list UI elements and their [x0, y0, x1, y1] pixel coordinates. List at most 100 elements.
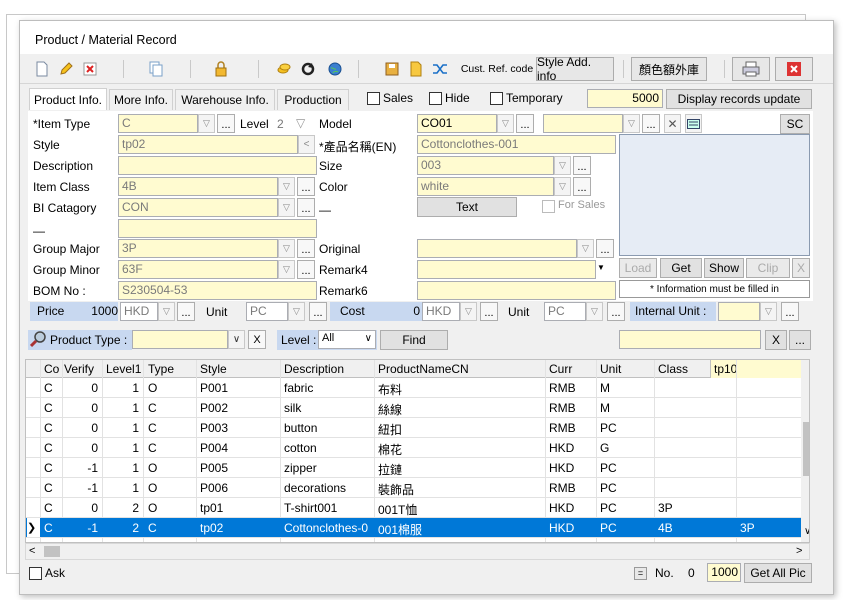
- internal-unit-lookup-button[interactable]: ...: [781, 302, 799, 321]
- cell-type[interactable]: C: [148, 521, 193, 535]
- col-header-unit[interactable]: Unit: [600, 362, 621, 376]
- refresh-icon[interactable]: [300, 59, 316, 79]
- cell-co[interactable]: C: [44, 461, 60, 475]
- cell-style[interactable]: tp01: [200, 501, 278, 515]
- bi-category-lookup-button[interactable]: ...: [297, 198, 315, 217]
- item-type-dropdown[interactable]: ▽: [198, 114, 215, 133]
- col-header-type[interactable]: Type: [148, 362, 174, 376]
- clear-model-button[interactable]: ✕: [664, 114, 681, 133]
- records-count-field[interactable]: 5000: [587, 89, 663, 108]
- item-type-field[interactable]: C: [118, 114, 198, 133]
- display-records-update-button[interactable]: Display records update: [666, 89, 812, 109]
- cell-unit[interactable]: PC: [600, 521, 652, 535]
- save-disk-icon[interactable]: [384, 59, 400, 79]
- cell-description[interactable]: cotton: [284, 441, 374, 455]
- tab-more-info[interactable]: More Info.: [109, 89, 173, 110]
- original-lookup-button[interactable]: ...: [596, 239, 614, 258]
- style-add-info-button[interactable]: Style Add. info: [536, 55, 614, 83]
- price-currency-dropdown[interactable]: ▽: [158, 302, 175, 321]
- col-header-style[interactable]: Style: [200, 362, 227, 376]
- bom-no-field[interactable]: S230504-53: [118, 281, 317, 300]
- group-major-lookup-button[interactable]: ...: [297, 239, 315, 258]
- cell-verify[interactable]: 0: [64, 441, 98, 455]
- table-row[interactable]: C 0 1 O P001 fabric 布料 RMB M: [26, 378, 809, 398]
- cell-style[interactable]: P006: [200, 481, 278, 495]
- cell-co[interactable]: C: [44, 401, 60, 415]
- cell-product-name-cn[interactable]: 001棉服: [378, 521, 543, 538]
- sc-button[interactable]: SC: [780, 114, 810, 134]
- cell-level1[interactable]: 2: [104, 521, 139, 535]
- item-class-dropdown[interactable]: ▽: [278, 177, 295, 196]
- equals-icon[interactable]: =: [634, 567, 647, 580]
- show-button[interactable]: Show: [704, 258, 744, 278]
- quick-filter-clear-button[interactable]: X: [765, 330, 787, 350]
- load-button[interactable]: Load: [619, 258, 657, 278]
- unit2-lookup-button[interactable]: ...: [607, 302, 625, 321]
- cell-verify[interactable]: -1: [64, 461, 98, 475]
- cell-type[interactable]: O: [148, 461, 193, 475]
- description-field[interactable]: [118, 156, 317, 175]
- group-minor-lookup-button[interactable]: ...: [297, 260, 315, 279]
- cell-unit[interactable]: PC: [600, 461, 652, 475]
- extra-library-button[interactable]: 顏色額外庫: [631, 57, 707, 81]
- name-en-field[interactable]: Cottonclothes-001: [417, 135, 616, 154]
- model-field[interactable]: CO01: [417, 114, 497, 133]
- scroll-right-icon[interactable]: >: [796, 545, 802, 557]
- item-class-field[interactable]: 4B: [118, 177, 278, 196]
- get-button[interactable]: Get: [660, 258, 702, 278]
- cell-curr[interactable]: RMB: [549, 381, 594, 395]
- cost-currency-lookup-button[interactable]: ...: [480, 302, 498, 321]
- level-filter-select[interactable]: All ∨: [318, 330, 376, 349]
- cell-curr[interactable]: RMB: [549, 401, 594, 415]
- original-field[interactable]: [417, 239, 577, 258]
- cell-type[interactable]: C: [148, 401, 193, 415]
- picture-box[interactable]: [619, 134, 810, 256]
- cell-level1[interactable]: 1: [104, 461, 139, 475]
- chevron-down-icon[interactable]: ▽: [296, 116, 305, 130]
- bi-category-field[interactable]: CON: [118, 198, 278, 217]
- cell-level1[interactable]: 1: [104, 401, 139, 415]
- remove-picture-button[interactable]: X: [792, 258, 810, 278]
- scroll-left-icon[interactable]: <: [29, 545, 35, 557]
- size-lookup-button[interactable]: ...: [573, 156, 591, 175]
- cell-tp10[interactable]: 3P: [740, 521, 798, 535]
- cell-description[interactable]: button: [284, 421, 374, 435]
- group-minor-field[interactable]: 63F: [118, 260, 278, 279]
- cell-type[interactable]: O: [148, 481, 193, 495]
- cell-level1[interactable]: 1: [104, 421, 139, 435]
- cell-product-name-cn[interactable]: 棉花: [378, 441, 543, 458]
- col-header-class[interactable]: Class: [658, 362, 688, 376]
- col-header-co[interactable]: Co: [44, 362, 59, 376]
- cell-description[interactable]: zipper: [284, 461, 374, 475]
- internal-unit-dropdown[interactable]: ▽: [760, 302, 777, 321]
- product-type-dropdown[interactable]: ∨: [228, 330, 245, 349]
- table-row[interactable]: C 0 2 Otp01 T-shirt001 001T恤 HKD PC 3P: [26, 498, 809, 518]
- new-document-icon[interactable]: [34, 59, 50, 79]
- cell-curr[interactable]: RMB: [549, 481, 594, 495]
- table-row[interactable]: C 0 1 C P003 button 紐扣 RMB PC: [26, 418, 809, 438]
- cell-product-name-cn[interactable]: 裝飾品: [378, 481, 543, 498]
- size-field[interactable]: 003: [417, 156, 554, 175]
- cell-co[interactable]: C: [44, 421, 60, 435]
- cell-description[interactable]: T-shirt001: [284, 501, 374, 515]
- cell-unit[interactable]: PC: [600, 481, 652, 495]
- close-window-button[interactable]: [775, 57, 813, 81]
- cell-type[interactable]: O: [148, 501, 193, 515]
- cell-curr[interactable]: RMB: [549, 421, 594, 435]
- cost-value[interactable]: 0: [390, 304, 420, 318]
- price-currency-field[interactable]: HKD: [120, 302, 158, 321]
- horizontal-scroll-thumb[interactable]: [44, 546, 60, 557]
- table-row[interactable]: C 0 1 C P002 silk 絲線 RMB M: [26, 398, 809, 418]
- cell-product-name-cn[interactable]: 紐扣: [378, 421, 543, 438]
- quick-filter-field[interactable]: [619, 330, 761, 349]
- cell-co[interactable]: C: [44, 381, 60, 395]
- tab-production[interactable]: Production: [277, 89, 349, 110]
- internal-unit-field[interactable]: [718, 302, 760, 321]
- globe-icon[interactable]: [327, 59, 343, 79]
- cell-verify[interactable]: 0: [64, 381, 98, 395]
- table-row[interactable]: C -1 1 O P006 decorations 裝飾品 RMB PC: [26, 478, 809, 498]
- model-lookup-button[interactable]: ...: [516, 114, 534, 133]
- item-type-lookup-button[interactable]: ...: [217, 114, 235, 133]
- tab-product-info[interactable]: Product Info.: [29, 88, 107, 110]
- product-type-field[interactable]: [132, 330, 228, 349]
